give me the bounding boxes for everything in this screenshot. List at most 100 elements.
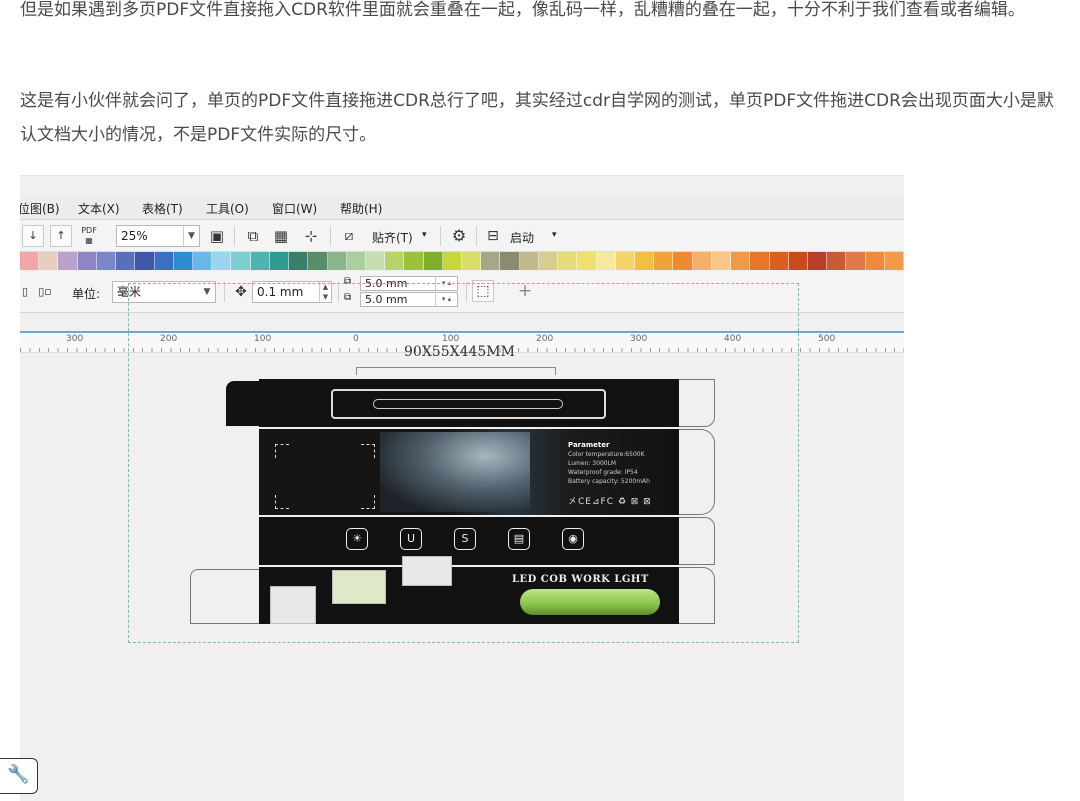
- palette-swatch[interactable]: [769, 252, 789, 270]
- dieline-tab: [190, 569, 259, 624]
- palette-swatch[interactable]: [846, 252, 866, 270]
- snap-to-label[interactable]: 贴齐(T): [372, 229, 413, 246]
- article-paragraph-1: 但是如果遇到多页PDF文件直接拖入CDR软件里面就会重叠在一起，像乱码一样，乱糟…: [20, 0, 1025, 20]
- certification-marks: 㐅CE⊿FC ♻ ⊠ ⊠: [568, 497, 652, 507]
- led-bar-graphic: [520, 589, 660, 615]
- palette-swatch[interactable]: [558, 252, 578, 270]
- palette-swatch[interactable]: [58, 252, 78, 270]
- palette-swatch[interactable]: [20, 252, 40, 270]
- launcher-icon[interactable]: ⊟: [482, 225, 504, 247]
- dieline-flap: [679, 567, 715, 624]
- menu-tools[interactable]: 工具(O): [206, 200, 249, 217]
- publish-pdf-icon[interactable]: PDF ▦: [78, 225, 100, 247]
- hook-icon: S: [454, 528, 476, 550]
- palette-swatch[interactable]: [865, 252, 885, 270]
- chevron-down-icon: ▼: [183, 226, 199, 246]
- palette-swatch[interactable]: [807, 252, 828, 270]
- palette-swatch[interactable]: [365, 252, 386, 270]
- params-line: Battery capacity: 5200mAh: [568, 478, 650, 485]
- palette-swatch[interactable]: [327, 252, 347, 270]
- palette-swatch[interactable]: [173, 252, 193, 270]
- magnet-icon: U: [400, 528, 422, 550]
- wrench-icon[interactable]: 🔧: [0, 758, 38, 794]
- params-line: Waterproof grade: IP54: [568, 469, 638, 476]
- full-screen-icon[interactable]: ▣: [206, 225, 228, 247]
- palette-swatch[interactable]: [596, 252, 616, 270]
- palette-swatch[interactable]: [692, 252, 712, 270]
- palette-swatch[interactable]: [192, 252, 213, 270]
- menu-bitmap[interactable]: 位图(B): [20, 200, 60, 217]
- cob-light-icon: ◉: [562, 528, 584, 550]
- flashlight-graphic: [331, 389, 606, 419]
- zoom-level-select[interactable]: 25% ▼: [116, 225, 200, 247]
- show-rulers-icon[interactable]: ⧉: [242, 225, 264, 247]
- palette-swatch[interactable]: [635, 252, 655, 270]
- crop-mark: [361, 444, 375, 458]
- show-grid-icon[interactable]: ▦: [270, 225, 292, 247]
- palette-swatch[interactable]: [116, 252, 136, 270]
- page-layout-icon[interactable]: ▯▫: [34, 281, 56, 303]
- crop-mark: [275, 444, 289, 458]
- palette-swatch[interactable]: [135, 252, 155, 270]
- palette-swatch[interactable]: [77, 252, 97, 270]
- options-gear-icon[interactable]: ⚙: [448, 225, 470, 247]
- palette-swatch[interactable]: [673, 252, 693, 270]
- palette-swatch[interactable]: [231, 252, 251, 270]
- brightness-icon: ☀: [346, 528, 368, 550]
- palette-swatch[interactable]: [654, 252, 674, 270]
- palette-swatch[interactable]: [481, 252, 501, 270]
- ruler-label: 500: [818, 334, 836, 344]
- ruler-label: 300: [66, 334, 84, 344]
- color-palette[interactable]: [20, 252, 904, 270]
- params-title: Parameter: [568, 441, 610, 449]
- palette-swatch[interactable]: [615, 252, 635, 270]
- chevron-down-icon[interactable]: ▾: [422, 230, 427, 240]
- palette-swatch[interactable]: [500, 252, 520, 270]
- palette-swatch[interactable]: [442, 252, 463, 270]
- palette-swatch[interactable]: [577, 252, 597, 270]
- product-image: [332, 570, 386, 604]
- export-icon[interactable]: ↑: [50, 225, 72, 247]
- dieline-flap: [679, 379, 715, 427]
- palette-swatch[interactable]: [711, 252, 732, 270]
- dieline-flap: [679, 429, 715, 515]
- snap-icon[interactable]: ⧄: [338, 225, 360, 247]
- import-icon[interactable]: ↓: [22, 225, 44, 247]
- palette-swatch[interactable]: [289, 252, 309, 270]
- palette-swatch[interactable]: [462, 252, 482, 270]
- palette-swatch[interactable]: [212, 252, 232, 270]
- menu-text[interactable]: 文本(X): [78, 200, 120, 217]
- palette-swatch[interactable]: [308, 252, 328, 270]
- palette-swatch[interactable]: [884, 252, 904, 270]
- palette-swatch[interactable]: [423, 252, 443, 270]
- palette-swatch[interactable]: [269, 252, 290, 270]
- palette-swatch[interactable]: [346, 252, 366, 270]
- palette-swatch[interactable]: [154, 252, 174, 270]
- palette-swatch[interactable]: [250, 252, 270, 270]
- palette-swatch[interactable]: [788, 252, 808, 270]
- palette-swatch[interactable]: [96, 252, 117, 270]
- palette-swatch[interactable]: [750, 252, 770, 270]
- coreldraw-screenshot: 位图(B) 文本(X) 表格(T) 工具(O) 窗口(W) 帮助(H) ↓ ↑ …: [20, 175, 904, 801]
- palette-swatch[interactable]: [827, 252, 847, 270]
- menu-bar: 位图(B) 文本(X) 表格(T) 工具(O) 窗口(W) 帮助(H): [20, 196, 904, 220]
- menu-window[interactable]: 窗口(W): [272, 200, 317, 217]
- product-title: LED COB WORK LGHT: [512, 574, 649, 585]
- product-image: [402, 556, 452, 586]
- palette-swatch[interactable]: [39, 252, 59, 270]
- menu-help[interactable]: 帮助(H): [340, 200, 382, 217]
- palette-swatch[interactable]: [404, 252, 424, 270]
- palette-swatch[interactable]: [731, 252, 751, 270]
- launcher-label[interactable]: 启动: [510, 229, 534, 246]
- params-line: Color temperature:6500K: [568, 451, 645, 458]
- palette-swatch[interactable]: [519, 252, 539, 270]
- params-line: Lumen: 3000LM: [568, 460, 617, 467]
- battery-icon: ▤: [508, 528, 530, 550]
- dieline-flap: [679, 517, 715, 565]
- palette-swatch[interactable]: [538, 252, 559, 270]
- chevron-down-icon[interactable]: ▾: [552, 230, 557, 240]
- worker-photo: [380, 432, 530, 512]
- show-guides-icon[interactable]: ⊹: [300, 225, 322, 247]
- palette-swatch[interactable]: [385, 252, 405, 270]
- menu-table[interactable]: 表格(T): [142, 200, 183, 217]
